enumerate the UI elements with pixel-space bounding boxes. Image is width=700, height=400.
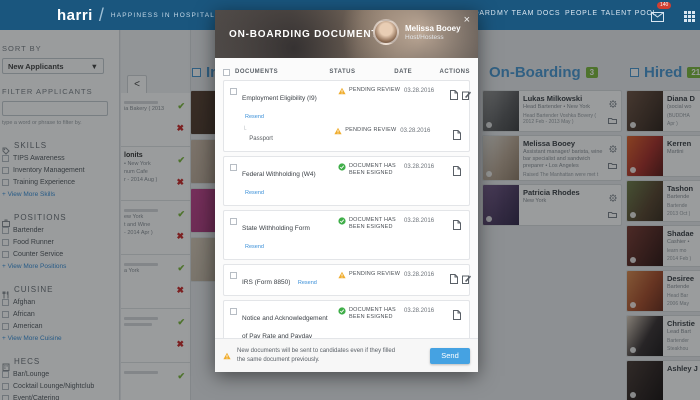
document-icon[interactable] <box>453 163 461 181</box>
warning-icon <box>338 271 346 279</box>
col-date: DATE <box>394 69 439 75</box>
document-date: 03.28.2016 <box>404 217 450 224</box>
nav-item-my-team-docs[interactable]: MY TEAM DOCS <box>497 10 560 17</box>
document-date: 03.28.2016 <box>404 87 450 94</box>
person-role: Host/Hostess <box>405 34 461 41</box>
logo-tagline: HAPPINESS IN HOSPITALITY <box>111 12 229 19</box>
document-row: Federal Withholding (W4) Resend DOCUMENT… <box>224 161 469 201</box>
footer-note: New documents will be sent to candidates… <box>237 347 397 363</box>
modal-title: ON-BOARDING DOCUMENTS <box>229 29 386 40</box>
resend-link[interactable]: Resend <box>245 244 264 250</box>
document-name: IRS (Form 8850) <box>242 279 290 286</box>
document-date: 03.28.2016 <box>404 163 450 170</box>
row-checkbox[interactable] <box>230 88 237 95</box>
col-actions: ACTIONS <box>440 69 471 75</box>
success-icon <box>338 163 346 171</box>
resend-link[interactable]: Resend <box>298 280 317 286</box>
document-name: Notice and Acknowledgement of Pay Rate a… <box>242 315 328 338</box>
avatar <box>373 19 399 45</box>
modal-footer: New documents will be sent to candidates… <box>215 338 478 372</box>
apps-grid-icon[interactable] <box>684 9 695 27</box>
document-icon[interactable] <box>450 271 458 289</box>
row-checkbox[interactable] <box>230 272 237 279</box>
mail-icon[interactable] <box>651 9 664 27</box>
warning-icon <box>223 352 231 360</box>
close-icon[interactable]: × <box>464 14 470 26</box>
document-group: Employment Eligibility (I9) Resend PENDI… <box>223 80 470 152</box>
document-icon[interactable] <box>453 217 461 235</box>
modal-person: Melissa Booey Host/Hostess <box>373 19 461 45</box>
table-header-row: DOCUMENTS STATUS DATE ACTIONS <box>223 64 470 80</box>
status-text: PENDING REVIEW <box>349 271 400 278</box>
person-name: Melissa Booey <box>405 24 461 33</box>
status-text: PENDING REVIEW <box>349 87 400 94</box>
resend-link[interactable]: Resend <box>245 114 264 120</box>
edit-icon[interactable] <box>462 271 471 289</box>
document-group: Notice and Acknowledgement of Pay Rate a… <box>223 300 470 338</box>
documents-table: DOCUMENTS STATUS DATE ACTIONS Employment… <box>215 58 478 338</box>
harri-logo[interactable]: harri <box>57 7 93 24</box>
resend-link[interactable]: Resend <box>245 190 264 196</box>
status-text: DOCUMENT HAS BEEN ESIGNED <box>349 163 404 177</box>
row-checkbox[interactable] <box>230 218 237 225</box>
success-icon <box>338 217 346 225</box>
document-icon[interactable] <box>453 127 461 145</box>
document-row: State Withholding Form Resend DOCUMENT H… <box>224 215 469 255</box>
document-child-row: └ Passport PENDING REVIEW 03.28.2016 <box>224 125 469 147</box>
document-row: IRS (Form 8850) Resend PENDING REVIEW 03… <box>224 269 469 291</box>
row-checkbox[interactable] <box>230 164 237 171</box>
status-text: PENDING REVIEW <box>345 127 396 134</box>
document-group: State Withholding Form Resend DOCUMENT H… <box>223 210 470 260</box>
document-row: Employment Eligibility (I9) Resend PENDI… <box>224 85 469 125</box>
nav-item-people[interactable]: PEOPLE <box>565 10 598 17</box>
status-text: DOCUMENT HAS BEEN ESIGNED <box>349 307 404 321</box>
document-group: IRS (Form 8850) Resend PENDING REVIEW 03… <box>223 264 470 296</box>
select-all-checkbox[interactable] <box>223 69 230 76</box>
document-icon[interactable] <box>453 307 461 325</box>
success-icon <box>338 307 346 315</box>
warning-icon <box>338 87 346 95</box>
logo-slash: / <box>99 5 104 26</box>
document-row: Notice and Acknowledgement of Pay Rate a… <box>224 305 469 338</box>
col-documents: DOCUMENTS <box>235 69 329 75</box>
document-name: State Withholding Form <box>242 225 310 232</box>
status-text: DOCUMENT HAS BEEN ESIGNED <box>349 217 404 231</box>
warning-icon <box>334 127 342 135</box>
row-checkbox[interactable] <box>230 308 237 315</box>
edit-icon[interactable] <box>462 87 471 105</box>
onboarding-documents-modal: ON-BOARDING DOCUMENTS × Melissa Booey Ho… <box>215 10 478 372</box>
mail-badge: 140 <box>657 2 671 9</box>
nav-item-talent-pool[interactable]: TALENT POOL <box>601 10 657 17</box>
tree-elbow-icon: └ <box>242 127 246 133</box>
document-date: 03.28.2016 <box>404 307 450 314</box>
document-name: Employment Eligibility (I9) <box>242 95 317 102</box>
col-status: STATUS <box>329 69 394 75</box>
document-name: Federal Withholding (W4) <box>242 171 316 178</box>
document-name: Passport <box>249 136 273 142</box>
document-group: Federal Withholding (W4) Resend DOCUMENT… <box>223 156 470 206</box>
document-date: 03.28.2016 <box>400 127 446 134</box>
modal-header: ON-BOARDING DOCUMENTS × Melissa Booey Ho… <box>215 10 478 58</box>
document-icon[interactable] <box>450 87 458 105</box>
document-date: 03.28.2016 <box>404 271 450 278</box>
send-button[interactable]: Send <box>430 348 470 364</box>
